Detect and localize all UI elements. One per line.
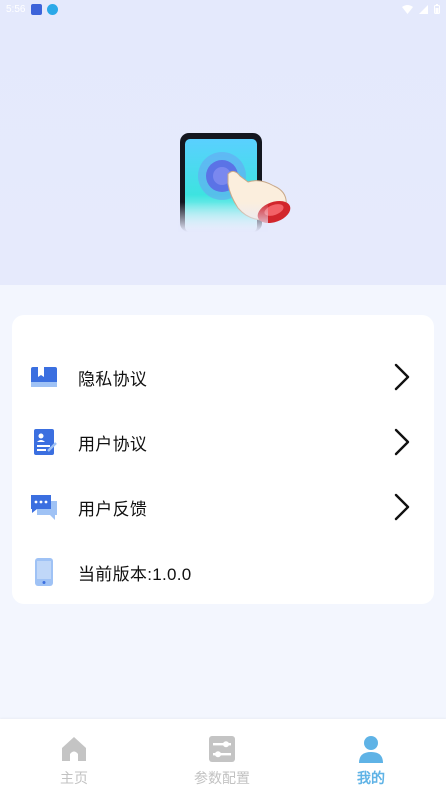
menu-item-label: 用户协议 xyxy=(78,434,148,454)
chevron-right-icon xyxy=(394,363,410,391)
battery-icon xyxy=(434,4,440,14)
profile-icon xyxy=(359,736,383,763)
app-notification-icon xyxy=(31,3,43,15)
signal-icon xyxy=(419,4,428,14)
menu-item-label: 隐私协议 xyxy=(78,369,148,389)
tab-label: 主页 xyxy=(60,770,88,786)
status-time: 5:56 xyxy=(6,3,26,15)
feedback-chat-icon xyxy=(31,495,57,520)
tab-label: 参数配置 xyxy=(194,770,250,786)
home-icon xyxy=(62,737,86,761)
status-bar: 5:56 xyxy=(0,0,446,18)
chevron-right-icon xyxy=(394,493,410,521)
menu-item-label: 用户反馈 xyxy=(78,499,148,519)
version-label: 当前版本:1.0.0 xyxy=(78,564,192,584)
settings-sliders-icon xyxy=(209,736,235,762)
tab-settings[interactable]: 参数配置 xyxy=(148,719,296,793)
user-agreement-icon xyxy=(34,429,57,455)
bottom-tab-bar: 主页 参数配置 我的 xyxy=(0,719,446,793)
tab-profile[interactable]: 我的 xyxy=(297,719,445,793)
wifi-icon xyxy=(402,4,413,14)
menu-item-user-agreement[interactable]: 用户协议 xyxy=(12,412,434,472)
chevron-right-icon xyxy=(394,428,410,456)
tab-home[interactable]: 主页 xyxy=(0,719,148,793)
tab-label: 我的 xyxy=(357,770,385,786)
privacy-book-icon xyxy=(31,367,57,387)
phone-tap-illustration xyxy=(178,133,291,232)
download-notification-icon xyxy=(47,3,59,15)
menu-item-feedback[interactable]: 用户反馈 xyxy=(12,477,434,537)
menu-item-privacy[interactable]: 隐私协议 xyxy=(12,347,434,407)
settings-card: 隐私协议 用户协议 用户反馈 当前版本:1.0.0 xyxy=(12,315,434,604)
menu-item-version: 当前版本:1.0.0 xyxy=(12,542,434,602)
phone-icon xyxy=(35,558,53,586)
